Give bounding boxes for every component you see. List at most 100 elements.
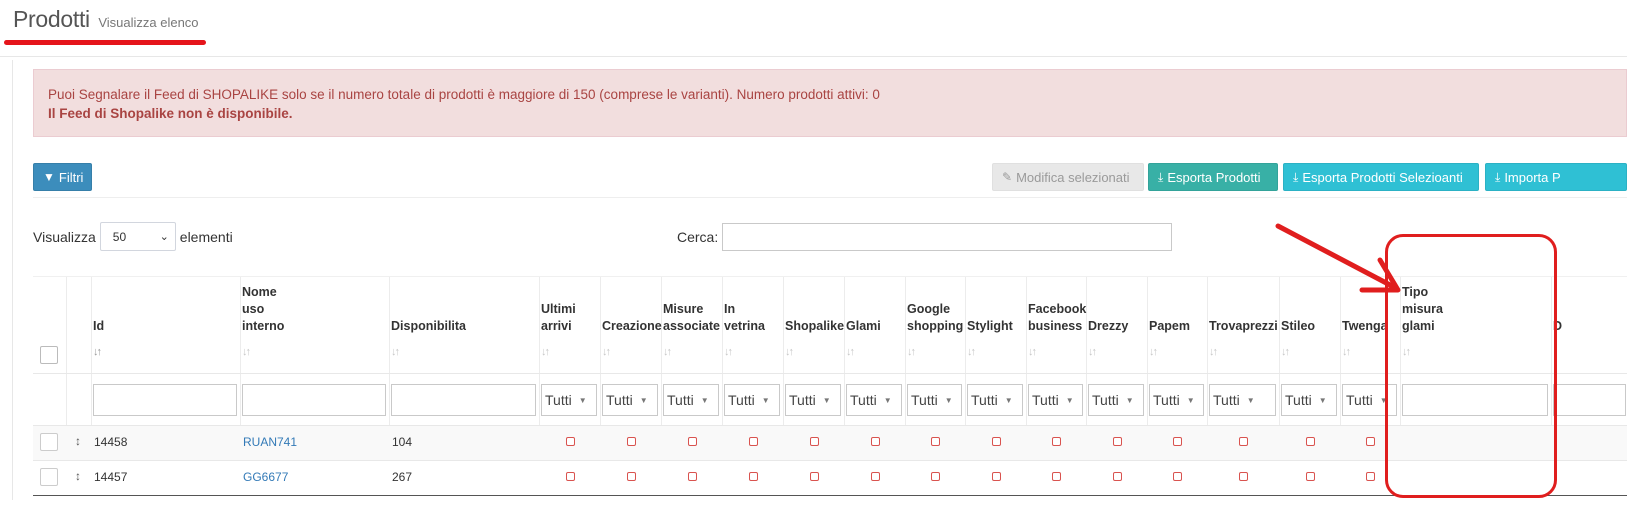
channel-checkbox[interactable] (991, 437, 1001, 446)
channel-checkbox[interactable] (748, 437, 758, 446)
channel-checkbox[interactable] (1366, 437, 1375, 446)
channel-checkbox[interactable] (1052, 437, 1061, 446)
sort-icon[interactable]: ↓↑ (724, 344, 733, 361)
product-name-link[interactable]: RUAN741 (243, 435, 297, 449)
channel-checkbox[interactable] (931, 437, 940, 446)
column-header-label: Drezzy (1088, 319, 1129, 333)
row-select-checkbox[interactable] (40, 433, 58, 451)
channel-checkbox[interactable] (1366, 472, 1375, 481)
column-filter-input[interactable] (391, 384, 536, 416)
sort-icon[interactable]: ↓↑ (242, 344, 251, 361)
channel-checkbox[interactable] (991, 472, 1001, 481)
column-filter-select[interactable]: Tutti ▼ (602, 384, 658, 416)
column-header-label: Glami (846, 319, 881, 333)
channel-checkbox[interactable] (1305, 472, 1315, 481)
select-all-checkbox[interactable] (40, 346, 58, 364)
column-filter-select[interactable]: Tutti ▼ (846, 384, 902, 416)
row-select-checkbox[interactable] (40, 468, 58, 486)
filter-button[interactable]: ▼ Filtri (33, 163, 92, 191)
channel-checkbox[interactable] (1112, 437, 1122, 446)
column-filter-select[interactable]: Tutti ▼ (1209, 384, 1276, 416)
sort-icon[interactable]: ↓↑ (785, 344, 794, 361)
column-header[interactable]: D (1551, 277, 1627, 373)
column-header[interactable]: Google shopping ↓↑ (905, 277, 965, 373)
export-products-button[interactable]: ⤓ Esporta Prodotti (1148, 163, 1278, 191)
channel-checkbox[interactable] (1112, 472, 1122, 481)
sort-icon[interactable]: ↓↑ (846, 344, 855, 361)
column-filter-select[interactable]: Tutti ▼ (541, 384, 597, 416)
column-header[interactable]: Facebook business ↓↑ (1026, 277, 1086, 373)
channel-checkbox[interactable] (687, 437, 697, 446)
column-header[interactable]: Glami ↓↑ (844, 277, 905, 373)
channel-checkbox[interactable] (1052, 472, 1061, 481)
column-filter-select[interactable]: Tutti ▼ (1088, 384, 1144, 416)
drag-handle-icon[interactable]: ↕ (75, 434, 81, 448)
sort-icon[interactable]: ↓↑ (541, 344, 550, 361)
sort-icon[interactable]: ↓↑ (391, 344, 400, 361)
column-filter-select[interactable]: Tutti ▼ (907, 384, 962, 416)
column-header[interactable]: Disponibilita ↓↑ (389, 277, 539, 373)
sort-icon[interactable]: ↓↑ (1209, 344, 1218, 361)
column-header-label: Facebook business (1028, 302, 1087, 333)
edit-selected-button[interactable]: ✎ Modifica selezionati (992, 163, 1144, 191)
channel-checkbox[interactable] (809, 437, 819, 446)
channel-checkbox[interactable] (809, 472, 819, 481)
column-filter-input[interactable] (93, 384, 237, 416)
sort-icon[interactable]: ↓↑ (907, 344, 916, 361)
sort-icon[interactable]: ↓↑ (602, 344, 611, 361)
column-header[interactable]: Stylight ↓↑ (965, 277, 1026, 373)
column-header[interactable]: Nome uso interno ↓↑ (240, 277, 389, 373)
channel-checkbox[interactable] (1173, 437, 1182, 446)
column-filter-select[interactable]: Tutti ▼ (663, 384, 719, 416)
channel-checkbox[interactable] (870, 437, 880, 446)
column-header[interactable]: Shopalike ↓↑ (783, 277, 844, 373)
column-header[interactable]: Ultimi arrivi ↓↑ (539, 277, 600, 373)
sort-icon[interactable]: ↓↑ (1028, 344, 1037, 361)
column-header[interactable]: Trovaprezzi ↓↑ (1207, 277, 1279, 373)
column-filter-select[interactable]: Tutti ▼ (785, 384, 841, 416)
column-filter-select[interactable]: Tutti ▼ (1281, 384, 1337, 416)
channel-checkbox[interactable] (931, 472, 940, 481)
column-header[interactable]: Misure associate ↓↑ (661, 277, 722, 373)
search-input[interactable] (722, 223, 1172, 251)
column-header-label: Disponibilita (391, 319, 466, 333)
import-products-button[interactable]: ⤓ Importa P (1485, 163, 1627, 191)
channel-checkbox[interactable] (626, 437, 636, 446)
channel-checkbox[interactable] (565, 437, 575, 446)
caret-down-icon: ▼ (1065, 395, 1074, 405)
page-title: Prodotti (13, 6, 90, 32)
channel-checkbox[interactable] (1239, 437, 1248, 446)
channel-checkbox[interactable] (1305, 437, 1315, 446)
column-filter-input[interactable] (242, 384, 386, 416)
column-header[interactable]: Papem ↓↑ (1147, 277, 1207, 373)
column-header[interactable]: In vetrina ↓↑ (722, 277, 783, 373)
product-name-link[interactable]: GG6677 (243, 470, 288, 484)
sort-icon[interactable]: ↓↑ (663, 344, 672, 361)
page-length-select[interactable]: 50 ⌄ (99, 222, 176, 251)
drag-handle-icon[interactable]: ↕ (75, 469, 81, 483)
channel-checkbox[interactable] (1173, 472, 1182, 481)
export-selected-button[interactable]: ⤓ Esporta Prodotti Selezioanti (1283, 163, 1479, 191)
sort-icon[interactable]: ↓↑ (1149, 344, 1158, 361)
channel-checkbox[interactable] (870, 472, 880, 481)
caret-down-icon: ▼ (1186, 395, 1195, 405)
sort-icon[interactable]: ↓↑ (93, 344, 102, 361)
channel-checkbox[interactable] (626, 472, 636, 481)
column-header[interactable]: Drezzy ↓↑ (1086, 277, 1147, 373)
sort-icon[interactable]: ↓↑ (967, 344, 976, 361)
column-header[interactable]: Id ↓↑ (91, 277, 240, 373)
column-filter-select[interactable]: Tutti ▼ (967, 384, 1023, 416)
channel-checkbox[interactable] (565, 472, 575, 481)
column-filter-select[interactable]: Tutti ▼ (724, 384, 780, 416)
column-filter-input[interactable] (1553, 384, 1626, 416)
channel-checkbox[interactable] (687, 472, 697, 481)
column-filter-select[interactable]: Tutti ▼ (1149, 384, 1204, 416)
column-header[interactable]: Creazione ↓↑ (600, 277, 662, 373)
sort-icon[interactable]: ↓↑ (1281, 344, 1290, 361)
sort-icon[interactable]: ↓↑ (1342, 344, 1351, 361)
channel-checkbox[interactable] (1239, 472, 1248, 481)
column-filter-select[interactable]: Tutti ▼ (1028, 384, 1083, 416)
header-divider (0, 56, 1627, 57)
channel-checkbox[interactable] (748, 472, 758, 481)
sort-icon[interactable]: ↓↑ (1088, 344, 1097, 361)
